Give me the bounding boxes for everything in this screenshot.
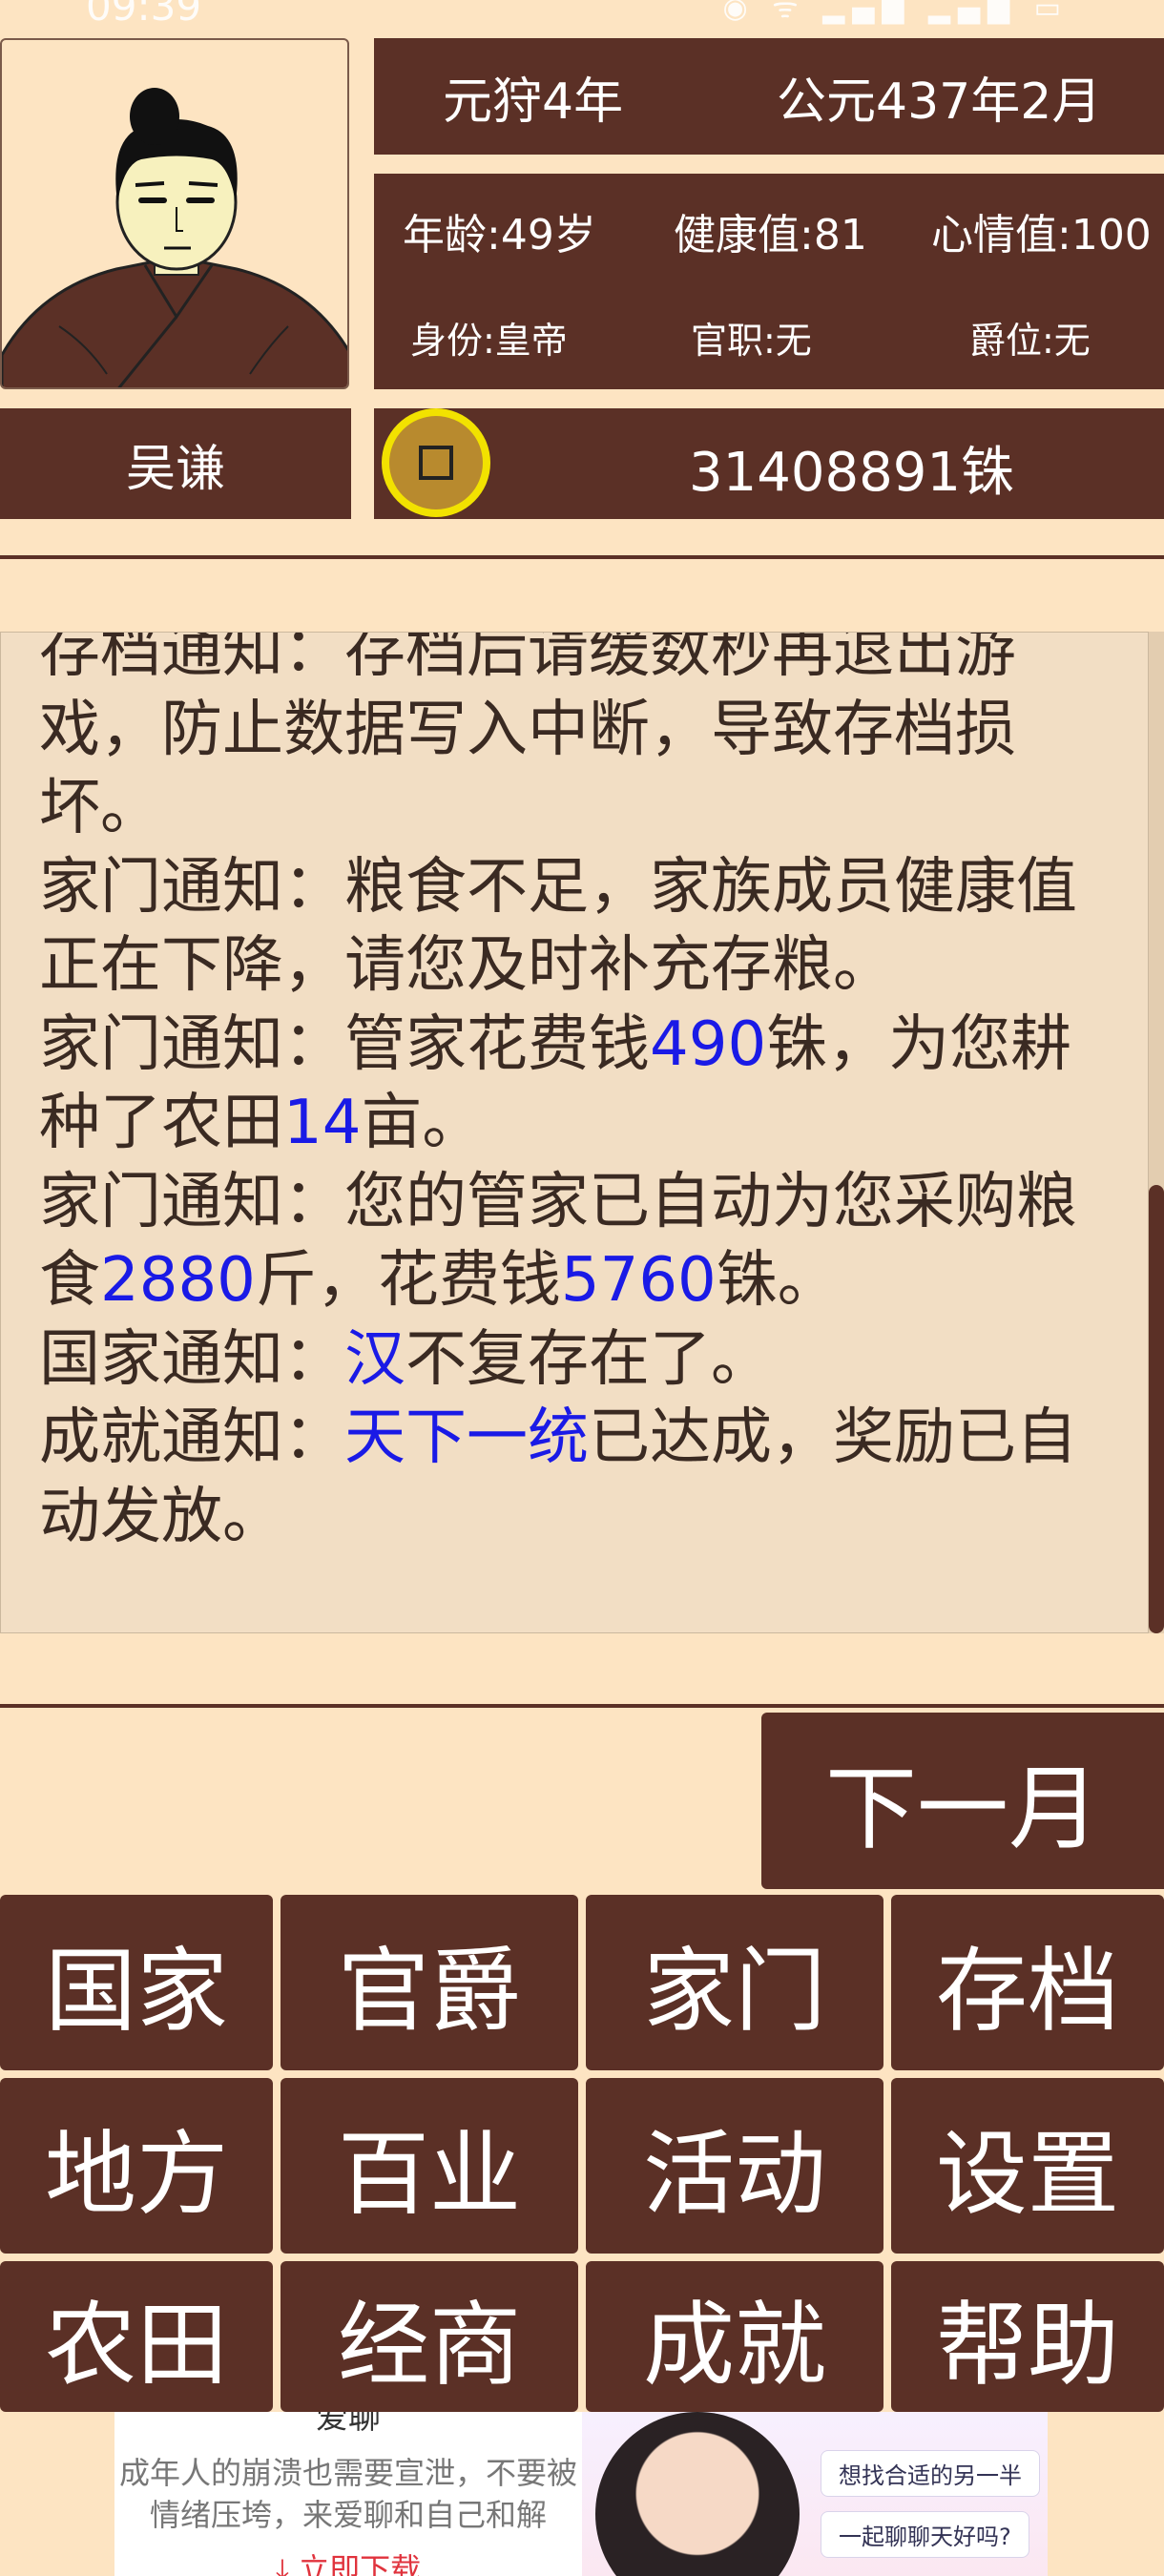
ad-bubble-1: 想找合适的另一半 (821, 2450, 1040, 2497)
log-highlight: 天下一统 (344, 1402, 589, 1473)
log-text: 家门通知：粮食不足，家族成员健康值正在下降，请您及时补充存粮。 (39, 851, 1077, 1002)
reign-title: 元狩4年 (443, 73, 624, 131)
message-log[interactable]: 存档通知：存档后请缓数秒再退出游戏，防止数据写入中断，导致存档损坏。 家门通知：粮… (0, 632, 1149, 1633)
log-entry: 家门通知：管家花费钱490铢，为您耕种了农田14亩。 (39, 1006, 1127, 1163)
menu-button-label: 成就 (643, 2291, 826, 2399)
health-stat: 健康值:81 (674, 211, 867, 260)
next-month-label: 下一月 (825, 1755, 1100, 1862)
log-entry: 家门通知：您的管家已自动为您采购粮食2880斤，花费钱5760铢。 (39, 1163, 1127, 1320)
next-month-button[interactable]: 下一月 (761, 1713, 1164, 1889)
menu-button-help[interactable]: 帮助 (891, 2261, 1164, 2412)
menu-button-farmland[interactable]: 农田 (0, 2261, 273, 2412)
menu-button-activity[interactable]: 活动 (586, 2078, 883, 2254)
status-bar: 09:39 ◉ ᯤ ▂▄▆ ▂▄▆ ▭ (0, 0, 1164, 29)
character-name-label: 吴谦 (125, 440, 225, 498)
menu-button-trades[interactable]: 百业 (281, 2078, 578, 2254)
menu-button-label: 帮助 (936, 2291, 1119, 2399)
mood-stat: 心情值:100 (931, 211, 1152, 260)
divider-bottom (0, 1704, 1164, 1708)
menu-button-state[interactable]: 国家 (0, 1895, 273, 2070)
menu-button-label: 家门 (643, 1937, 826, 2045)
ad-image-area[interactable]: 想找合适的另一半 一起聊聊天好吗? (582, 2412, 1048, 2576)
log-highlight: 2880 (100, 1245, 256, 1316)
log-text: 铢。 (716, 1245, 839, 1316)
menu-button-label: 官爵 (338, 1937, 521, 2045)
menu-button-save[interactable]: 存档 (891, 1895, 1164, 2070)
menu-button-office[interactable]: 官爵 (281, 1895, 578, 2070)
menu-button-label: 农田 (45, 2291, 228, 2399)
menu-button-label: 设置 (936, 2120, 1119, 2228)
log-text: 斤，花费钱 (255, 1245, 561, 1316)
avatar[interactable] (0, 38, 349, 389)
log-entry: 成就通知：天下一统已达成，奖励已自动发放。 (39, 1399, 1127, 1556)
ad-banner[interactable]: 爱聊 成年人的崩溃也需要宣泄，不要被情绪压垮，来爱聊和自己和解 ⤓ 立即下载 想… (114, 2412, 1048, 2576)
log-scroll-thumb[interactable] (1149, 1185, 1164, 1633)
ad-photo (595, 2412, 800, 2576)
log-highlight: 汉 (344, 1323, 405, 1395)
log-entry: 国家通知：汉不复存在了。 (39, 1320, 1127, 1400)
menu-button-label: 存档 (936, 1937, 1119, 2045)
money-amount: 31408891铢 (689, 442, 1015, 504)
log-highlight: 14 (283, 1088, 362, 1158)
copper-coin-icon (382, 408, 490, 517)
menu-button-achievement[interactable]: 成就 (586, 2261, 883, 2412)
menu-button-label: 地方 (45, 2120, 228, 2228)
date-panel: 元狩4年 公元437年2月 (374, 38, 1164, 155)
log-entry: 家门通知：粮食不足，家族成员健康值正在下降，请您及时补充存粮。 (39, 848, 1127, 1006)
ad-bubble-2: 一起聊聊天好吗? (821, 2511, 1029, 2558)
log-text: 不复存在了。 (405, 1323, 772, 1395)
log-text: 家门通知：管家花费钱 (39, 1008, 650, 1080)
menu-button-label: 活动 (643, 2120, 826, 2228)
status-time: 09:39 (86, 0, 202, 29)
log-text: 存档通知：存档后请缓数秒再退出游戏，防止数据写入中断，导致存档损坏。 (39, 632, 1016, 843)
log-highlight: 490 (650, 1008, 767, 1080)
ad-text-area[interactable]: 爱聊 成年人的崩溃也需要宣泄，不要被情绪压垮，来爱聊和自己和解 ⤓ 立即下载 (114, 2412, 582, 2576)
menu-button-commerce[interactable]: 经商 (281, 2261, 578, 2412)
ad-title: 爱聊 (316, 2412, 381, 2437)
stats-panel: 年龄:49岁 健康值:81 心情值:100 身份:皇帝 官职:无 爵位:无 (374, 174, 1164, 389)
log-highlight: 5760 (560, 1245, 717, 1316)
status-icons: ◉ ᯤ ▂▄▆ ▂▄▆ ▭ (722, 0, 1069, 25)
age-stat: 年龄:49岁 (403, 211, 596, 260)
menu-button-settings[interactable]: 设置 (891, 2078, 1164, 2254)
identity-stat: 身份:皇帝 (410, 320, 568, 362)
character-name[interactable]: 吴谦 (0, 408, 351, 519)
calendar-date: 公元437年2月 (777, 73, 1102, 131)
ad-description: 成年人的崩溃也需要宣泄，不要被情绪压垮，来爱聊和自己和解 (118, 2455, 577, 2533)
log-text: 国家通知： (39, 1323, 344, 1395)
menu-button-label: 国家 (45, 1937, 228, 2045)
menu-button-family[interactable]: 家门 (586, 1895, 883, 2070)
menu-button-local[interactable]: 地方 (0, 2078, 273, 2254)
emperor-portrait-icon (2, 88, 347, 387)
message-log-content: 存档通知：存档后请缓数秒再退出游戏，防止数据写入中断，导致存档损坏。 家门通知：粮… (39, 632, 1127, 1556)
rank-stat: 爵位:无 (969, 320, 1091, 362)
log-scrollbar[interactable] (1149, 632, 1164, 1633)
divider-top (0, 555, 1164, 559)
log-entry: 存档通知：存档后请缓数秒再退出游戏，防止数据写入中断，导致存档损坏。 (39, 632, 1127, 848)
money-panel: 31408891铢 (374, 408, 1164, 519)
menu-button-label: 百业 (338, 2120, 521, 2228)
log-text: 亩。 (361, 1088, 484, 1158)
ad-download-button[interactable]: ⤓ 立即下载 (114, 2545, 582, 2576)
menu-button-label: 经商 (338, 2291, 521, 2399)
log-text: 成就通知： (39, 1402, 344, 1473)
office-stat: 官职:无 (691, 320, 812, 362)
